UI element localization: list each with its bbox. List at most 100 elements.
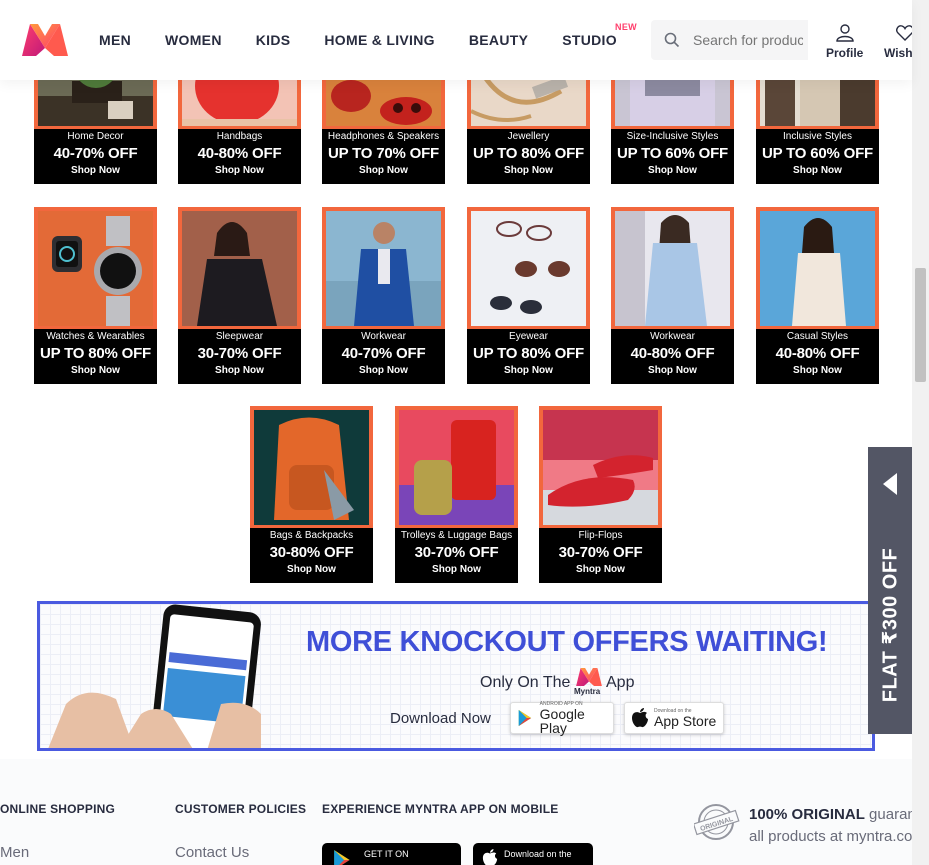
search-box[interactable] [651, 20, 808, 60]
original-stamp-icon: ORIGINAL [694, 804, 740, 840]
tile-workwear-men[interactable]: Workwear 40-70% OFF Shop Now [322, 207, 445, 384]
tile-offer: UP TO 80% OFF [472, 145, 585, 162]
google-play-label: Google Play [539, 706, 585, 736]
footer-google-play-button[interactable]: GET IT ON [322, 843, 461, 865]
tile-offer: UP TO 60% OFF [616, 145, 729, 162]
banner-download-now: Download Now [390, 710, 491, 727]
tile-eyewear[interactable]: Eyewear UP TO 80% OFF Shop Now [467, 207, 590, 384]
footer-experience-app-heading: EXPERIENCE MYNTRA APP ON MOBILE [322, 802, 559, 816]
myntra-logo[interactable] [20, 22, 70, 58]
tile-category: Headphones & Speakers [327, 131, 440, 142]
tile-category: Eyewear [509, 331, 548, 342]
tile-shop-now[interactable]: Shop Now [322, 165, 445, 176]
tile-category: Watches & Wearables [46, 331, 145, 342]
footer-app-store-button[interactable]: Download on the [473, 843, 593, 865]
tile-shop-now[interactable]: Shop Now [178, 165, 301, 176]
tile-category: Flip-Flops [578, 530, 623, 541]
tile-offer: UP TO 70% OFF [327, 145, 440, 162]
footer-download-on: Download on the [504, 849, 572, 859]
workwear-men-image [326, 211, 441, 326]
banner-only-on: Only On The [480, 674, 571, 691]
tile-shop-now[interactable]: Shop Now [756, 165, 879, 176]
tile-category: Home Decor [67, 131, 124, 142]
nav-women[interactable]: WOMEN [165, 32, 222, 48]
page-scrollbar[interactable] [912, 0, 929, 865]
tile-shop-now[interactable]: Shop Now [322, 365, 445, 376]
tile-offer: 30-70% OFF [558, 544, 643, 561]
tile-trolleys-luggage[interactable]: Trolleys & Luggage Bags 30-70% OFF Shop … [395, 406, 518, 583]
tile-offer: 30-80% OFF [269, 544, 354, 561]
apple-icon [632, 708, 648, 728]
tile-category: Workwear [650, 331, 695, 342]
tile-category: Bags & Backpacks [269, 530, 354, 541]
tile-shop-now[interactable]: Shop Now [467, 165, 590, 176]
tile-shop-now[interactable]: Shop Now [611, 365, 734, 376]
phone-in-hand-image [48, 604, 261, 748]
tile-casual-styles[interactable]: Casual Styles 40-80% OFF Shop Now [756, 207, 879, 384]
tile-watches-wearables[interactable]: Watches & Wearables UP TO 80% OFF Shop N… [34, 207, 157, 384]
tile-shop-now[interactable]: Shop Now [756, 365, 879, 376]
tile-category: Inclusive Styles [783, 131, 852, 142]
search-input[interactable] [693, 32, 803, 48]
tile-shop-now[interactable]: Shop Now [34, 165, 157, 176]
site-header: MEN WOMEN KIDS HOME & LIVING BEAUTY STUD… [0, 0, 912, 80]
nav-men[interactable]: MEN [99, 32, 131, 48]
tile-bags-backpacks[interactable]: Bags & Backpacks 30-80% OFF Shop Now [250, 406, 373, 583]
tile-offer: UP TO 80% OFF [472, 345, 585, 362]
footer-original-bold: 100% ORIGINAL [749, 806, 865, 823]
tile-category: Workwear [361, 331, 406, 342]
tile-shop-now[interactable]: Shop Now [539, 564, 662, 575]
flat-offer-side-tab[interactable]: FLAT ₹300 OFF [868, 447, 912, 734]
tile-category: Handbags [216, 131, 263, 142]
sleepwear-image [182, 211, 297, 326]
tile-offer: 40-80% OFF [197, 145, 282, 162]
tile-flip-flops[interactable]: Flip-Flops 30-70% OFF Shop Now [539, 406, 662, 583]
tile-category: Size-Inclusive Styles [626, 131, 719, 142]
wishlist-button[interactable]: Wishlist [884, 24, 912, 60]
tile-shop-now[interactable]: Shop Now [250, 564, 373, 575]
google-play-badge[interactable]: ANDROID APP ON Google Play [510, 701, 614, 736]
app-download-banner[interactable]: MORE KNOCKOUT OFFERS WAITING! Only On Th… [37, 601, 875, 751]
tile-shop-now[interactable]: Shop Now [611, 165, 734, 176]
tile-offer: UP TO 60% OFF [761, 145, 874, 162]
nav-home-living[interactable]: HOME & LIVING [324, 32, 434, 48]
apple-icon [482, 849, 498, 865]
nav-studio-label: STUDIO [562, 32, 617, 48]
tile-category: Sleepwear [215, 331, 264, 342]
tile-shop-now[interactable]: Shop Now [34, 365, 157, 376]
footer-link-contact-us[interactable]: Contact Us [175, 844, 249, 861]
page-scrollbar-thumb[interactable] [915, 268, 926, 382]
search-icon[interactable] [651, 20, 693, 60]
tile-offer: 30-70% OFF [197, 345, 282, 362]
expand-arrow-icon[interactable] [883, 473, 897, 495]
nav-beauty[interactable]: BEAUTY [469, 32, 528, 48]
tile-workwear-women[interactable]: Workwear 40-80% OFF Shop Now [611, 207, 734, 384]
app-store-badge[interactable]: Download on the App Store [624, 702, 724, 734]
flip-flops-image [543, 410, 658, 525]
heart-icon [896, 25, 912, 41]
tile-category: Casual Styles [786, 331, 849, 342]
tile-shop-now[interactable]: Shop Now [178, 365, 301, 376]
google-play-icon [334, 850, 350, 865]
watches-image [38, 211, 153, 326]
profile-button[interactable]: Profile [826, 24, 863, 60]
tile-sleepwear[interactable]: Sleepwear 30-70% OFF Shop Now [178, 207, 301, 384]
app-store-label: App Store [654, 713, 717, 729]
google-play-icon [518, 710, 532, 726]
main-nav: MEN WOMEN KIDS HOME & LIVING BEAUTY STUD… [99, 0, 651, 80]
tile-shop-now[interactable]: Shop Now [395, 564, 518, 575]
tile-category: Jewellery [507, 131, 550, 142]
tile-offer: 30-70% OFF [414, 544, 499, 561]
banner-headline: MORE KNOCKOUT OFFERS WAITING! [306, 626, 828, 658]
myntra-logo-small [576, 668, 602, 686]
tile-offer: 40-80% OFF [630, 345, 715, 362]
eyewear-image [471, 211, 586, 326]
nav-kids[interactable]: KIDS [256, 32, 291, 48]
profile-label: Profile [826, 46, 864, 60]
tile-shop-now[interactable]: Shop Now [467, 365, 590, 376]
footer-original-line2: all products at myntra.com [749, 828, 925, 845]
profile-icon [835, 24, 854, 42]
side-promo-text: FLAT ₹300 OFF [879, 547, 902, 703]
footer-link-men[interactable]: Men [0, 844, 29, 861]
nav-studio[interactable]: STUDIO NEW [562, 22, 636, 48]
